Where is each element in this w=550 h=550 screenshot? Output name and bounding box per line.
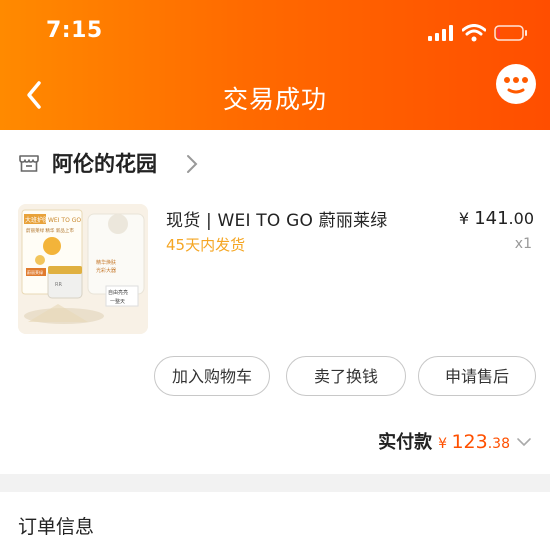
payment-row[interactable]: 实付款 ¥ 123.38	[378, 428, 532, 454]
payment-integer: 123	[451, 431, 488, 453]
payment-label: 实付款	[378, 432, 433, 453]
status-time: 7:15	[46, 18, 103, 43]
store-row[interactable]: 阿伦的花园	[0, 130, 550, 200]
product-title[interactable]: 现货 | WEI TO GO 蔚丽莱绿	[166, 206, 387, 231]
wifi-icon	[462, 24, 486, 42]
price-decimal: .00	[508, 209, 534, 228]
chevron-right-icon	[187, 155, 198, 173]
svg-text:光彩大器: 光彩大器	[96, 267, 116, 274]
product-thumbnail[interactable]: 大班护肤 WEI TO GO 蔚丽莱绿 精华 新品上市 RR 蔚丽莱绿 精华焕肤…	[18, 204, 148, 334]
thumb-badge: 蔚丽莱绿	[27, 269, 43, 275]
product-price: ¥ 141.00	[459, 208, 534, 229]
status-icons	[428, 24, 528, 42]
order-info-card: 订单信息	[0, 492, 550, 550]
thumb-line1: 蔚丽莱绿 精华 新品上市	[26, 227, 74, 234]
price-symbol: ¥	[458, 209, 470, 228]
payment-decimal: .38	[487, 436, 510, 452]
product-image: 大班护肤 WEI TO GO 蔚丽莱绿 精华 新品上市 RR 蔚丽莱绿 精华焕肤…	[18, 204, 148, 334]
price-integer: 141	[474, 208, 509, 229]
order-card: 阿伦的花园 大班护肤 WEI TO GO 蔚丽莱绿 精华 新品上市 RR 蔚丽莱…	[0, 130, 550, 474]
header-bar: 7:15 交易成功	[0, 0, 550, 130]
thumb-tagline: 自由亮亮	[108, 289, 128, 296]
more-icon	[504, 77, 528, 94]
more-button[interactable]	[496, 64, 536, 104]
store-icon	[19, 155, 39, 172]
thumb-banner: 大班护肤	[25, 216, 49, 224]
svg-text:精华焕肤: 精华焕肤	[96, 259, 116, 266]
payment-symbol: ¥	[438, 436, 448, 452]
shipping-note: 45天内发货	[166, 236, 246, 254]
payment-amount: ¥ 123.38	[438, 431, 510, 453]
resell-button[interactable]: 卖了换钱	[286, 356, 406, 396]
thumb-brand: WEI TO GO	[48, 217, 81, 224]
battery-icon	[494, 25, 527, 41]
add-to-cart-button[interactable]: 加入购物车	[154, 356, 270, 396]
order-info-title: 订单信息	[18, 516, 95, 538]
chevron-down-icon	[517, 438, 531, 447]
page-title: 交易成功	[222, 85, 327, 114]
product-quantity: x1	[514, 236, 532, 252]
store-name[interactable]: 阿伦的花园	[52, 148, 157, 178]
after-sales-button[interactable]: 申请售后	[418, 356, 536, 396]
svg-text:RR: RR	[55, 282, 62, 288]
thumb-tagline2: 一整天	[110, 298, 125, 305]
signal-icon	[428, 25, 453, 41]
